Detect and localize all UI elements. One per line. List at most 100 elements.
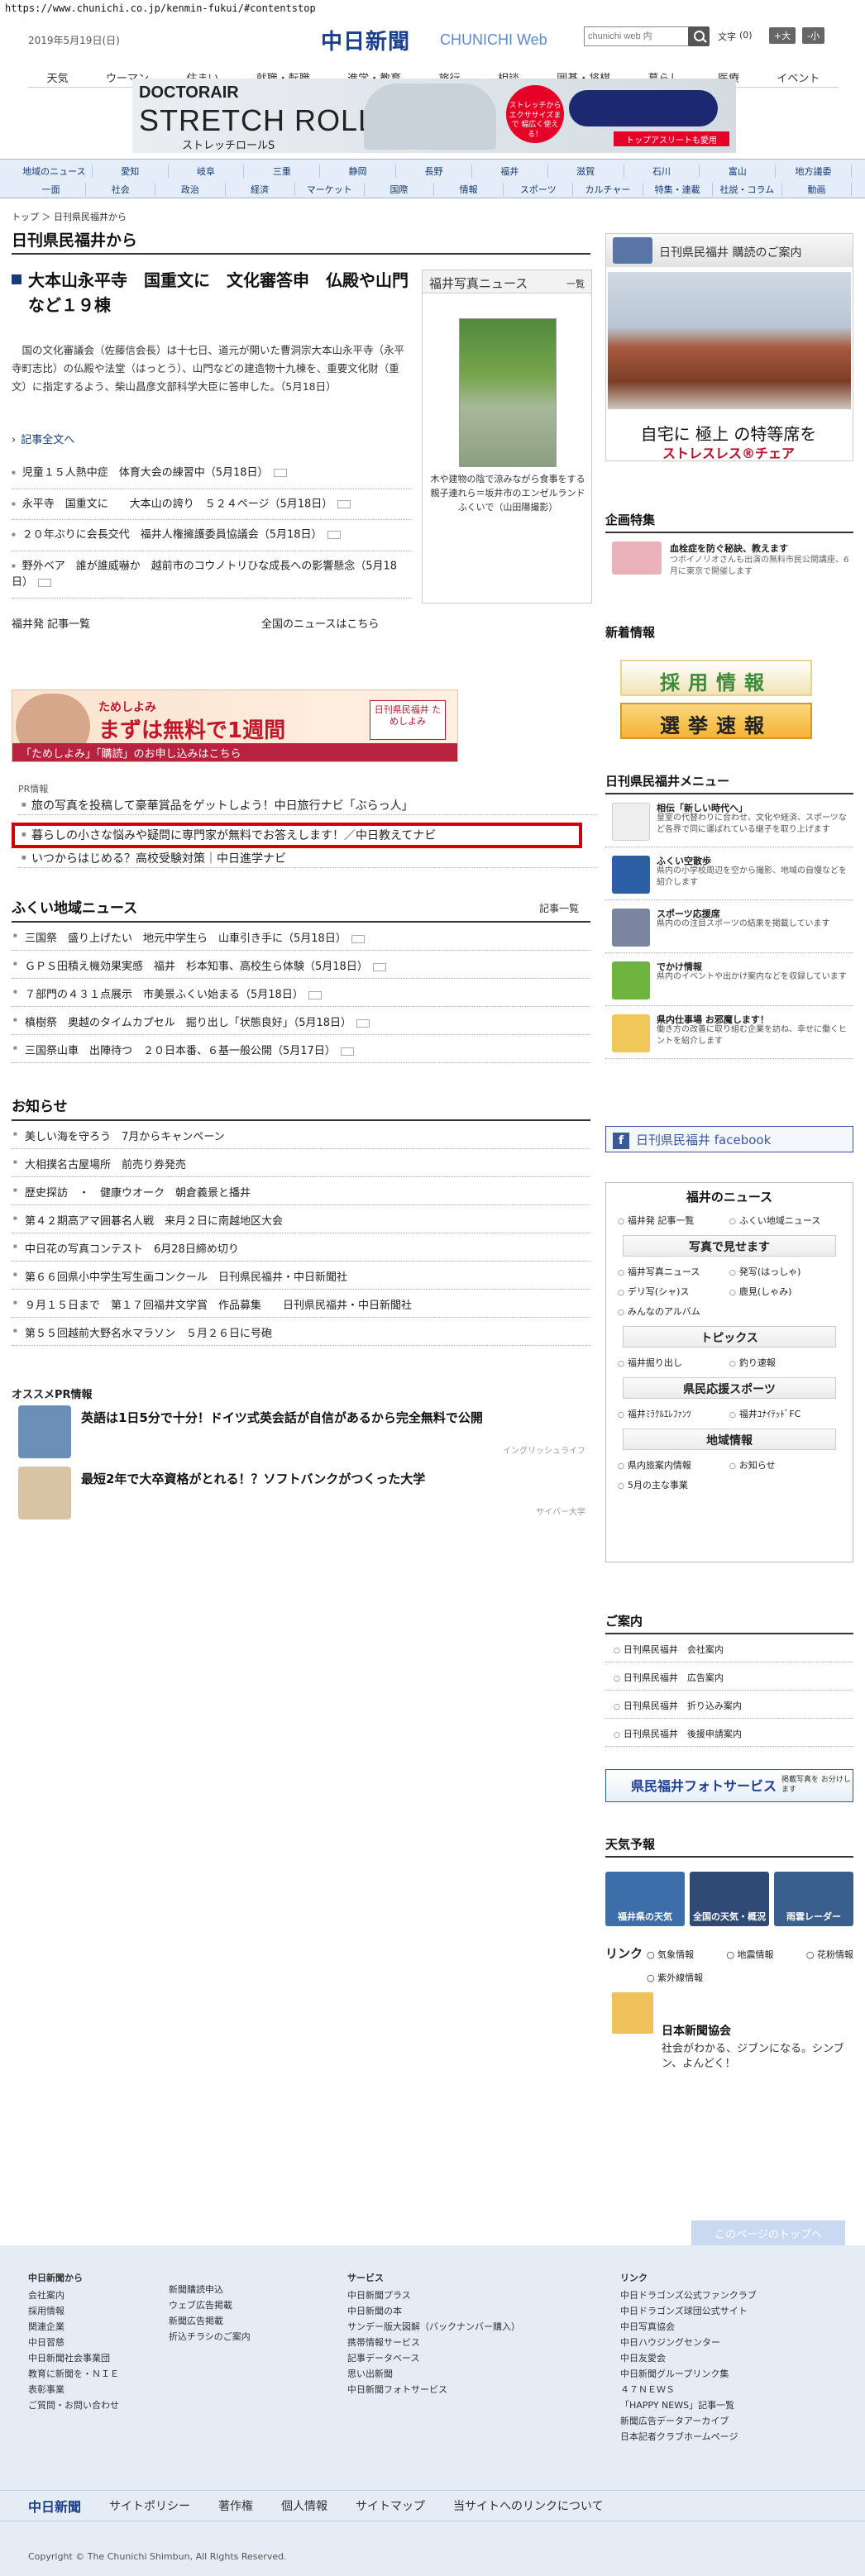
cat-item[interactable]: 静岡 <box>320 165 397 178</box>
stretch-roll-ad[interactable]: DOCTORAIR STRETCH ROLL |S| ストレッチロールS ストレ… <box>132 79 736 153</box>
osusume-title-text[interactable]: 英語は1日5分で十分！ドイツ式英会話が自信があるから完全無料で公開 <box>81 1409 483 1426</box>
cat-item[interactable]: 社説・コラム <box>713 183 782 196</box>
footer-link[interactable]: ４７ＮＥＷＳ <box>620 2382 757 2397</box>
rain-radar-button[interactable]: 雨雲レーダー <box>774 1872 853 1926</box>
notice-item[interactable]: 中日花の写真コンテスト 6月28日締め切り <box>12 1233 590 1262</box>
cat-item[interactable]: 経済 <box>226 183 295 196</box>
footer-bar-link[interactable]: サイトマップ <box>356 2497 425 2514</box>
photo-news-caption[interactable]: 木や建物の陰で涼みながら食事をする親子連れら＝坂井市のエンゼルランドふくいで（山… <box>429 472 586 514</box>
pr-item[interactable]: いつからはじめる？高校受験対策｜中日進学ナビ <box>18 848 597 868</box>
font-large-button[interactable]: +大 <box>769 27 796 44</box>
footer-link[interactable]: 中日新聞の本 <box>347 2303 520 2319</box>
pr-item[interactable]: 旅の写真を投稿して豪華賞品をゲットしよう！中日旅行ナビ「ぶらっ人」 <box>18 795 597 815</box>
osusume-title-text[interactable]: 最短2年で大卒資格がとれる！？ソフトバンクがつくった大学 <box>81 1470 425 1487</box>
cat-item[interactable]: 国際 <box>365 183 435 196</box>
site-logo[interactable]: 中日新聞 <box>321 25 410 55</box>
cat-item[interactable]: 特集・連載 <box>643 183 713 196</box>
footer-link[interactable]: 中日習慈 <box>28 2335 119 2350</box>
guide-link[interactable]: 日刊県民福井 会社案内 <box>605 1634 853 1662</box>
search-icon[interactable] <box>688 26 710 46</box>
cat-item[interactable]: 政治 <box>155 183 226 196</box>
browser-url[interactable]: https://www.chunichi.co.jp/kenmin-fukui/… <box>0 0 865 18</box>
footer-link[interactable]: 折込チラシのご案内 <box>169 2329 251 2345</box>
article-item[interactable]: 永平寺 国重文に 大本山の誇り ５２４ページ（5月18日） <box>12 489 412 520</box>
lead-article-title[interactable]: 大本山永平寺 国重文に 文化審答申 仏殿や山門など１９棟 <box>12 268 409 317</box>
page-top-button[interactable]: このページのトップへ <box>691 2221 845 2245</box>
fn-link[interactable]: お知らせ <box>729 1455 841 1475</box>
font-small-button[interactable]: -小 <box>802 27 824 44</box>
guide-link[interactable]: 日刊県民福井 広告案内 <box>605 1662 853 1691</box>
photo-news-image[interactable] <box>459 318 557 467</box>
nihon-shinbun-title[interactable]: 日本新聞協会 <box>662 2022 731 2039</box>
article-item[interactable]: 野外ベア 誰が誰威嚇か 越前市のコウノトリひな成長への影響懸念（5月18日） <box>12 551 412 599</box>
fn-link[interactable]: 発写(はっしゃ) <box>729 1262 841 1281</box>
menu-item[interactable]: 県内仕事場 お邪魔します！ 働き方の改善に取り組む企業を訪ね、幸せに働くヒントを紹… <box>605 1006 853 1059</box>
link-item[interactable]: ○ 紫外線情報 <box>647 1971 703 1984</box>
election-banner[interactable]: 選挙速報 <box>620 703 812 739</box>
footer-link[interactable]: 日本記者クラブホームページ <box>620 2429 757 2445</box>
footer-link[interactable]: ご質問・お問い合わせ <box>28 2397 119 2413</box>
menu-item[interactable]: ふくい空散歩 県内の小学校周辺を空から撮影、地域の自慢などを紹介します <box>605 847 853 900</box>
link-item[interactable]: ○ 花粉情報 <box>806 1948 853 1961</box>
link-item[interactable]: ○ 地震情報 <box>726 1948 773 1961</box>
notice-item[interactable]: ９月１５日まで 第１７回福井文学賞 作品募集 日刊県民福井・中日新聞社 <box>12 1290 590 1318</box>
cat-item[interactable]: 動画 <box>782 183 853 196</box>
nihon-shinbun-box[interactable]: 日本新聞協会 社会がわかる、ジブンになる。シンブン、よんどく！ <box>605 1992 853 2070</box>
feature-item[interactable]: 血栓症を防ぐ秘訣、教えます つボイノリオさんも出演の無料市民公開講座、6月に東京… <box>605 541 853 576</box>
recruit-banner[interactable]: 採用情報 <box>620 660 812 696</box>
osusume-item[interactable]: 英語は1日5分で十分！ドイツ式英会話が自信があるから完全無料で公開 イングリッシ… <box>18 1405 597 1463</box>
footer-link[interactable]: 教育に新聞を・ＮＩＥ <box>28 2366 119 2382</box>
footer-link[interactable]: 「HAPPY NEWS」記事一覧 <box>620 2397 757 2413</box>
footer-link[interactable]: 会社案内 <box>28 2287 119 2303</box>
footer-link[interactable]: 表彰事業 <box>28 2382 119 2397</box>
fn-link[interactable]: 福井掘り出し <box>618 1352 729 1372</box>
osusume-item[interactable]: 最短2年で大卒資格がとれる！？ソフトバンクがつくった大学 サイバー大学 <box>18 1467 597 1524</box>
ad2-bar[interactable]: 「ためしよみ」「購読」のお申し込みはこちら <box>12 743 457 761</box>
region-news-item[interactable]: 三国祭 盛り上げたい 地元中学生ら 山車引き手に（5月18日） <box>12 923 590 951</box>
guide-link[interactable]: 日刊県民福井 折り込み案内 <box>605 1691 853 1719</box>
footer-bar-link[interactable]: サイトポリシー <box>109 2497 190 2514</box>
fn-link[interactable]: 福井写真ニュース <box>618 1262 729 1281</box>
font-reset-button[interactable]: (0) <box>739 30 753 41</box>
fn-link[interactable]: 福井ﾐﾗｸﾙｴﾚﾌｧﾝﾂ <box>618 1404 729 1424</box>
national-news-link[interactable]: 全国のニュースはこちら <box>261 615 379 631</box>
footer-link[interactable]: 中日写真協会 <box>620 2319 757 2335</box>
notice-item[interactable]: 歴史探訪 ・ 健康ウオーク 朝倉義景と播井 <box>12 1177 590 1205</box>
footer-link[interactable]: 新聞広告掲載 <box>169 2313 251 2329</box>
fn-link[interactable]: 県内旅案内情報 <box>618 1455 729 1475</box>
fn-link[interactable]: 釣り速報 <box>729 1352 841 1372</box>
facebook-link[interactable]: f 日刊県民福井 facebook <box>605 1126 853 1152</box>
notice-item[interactable]: 美しい海を守ろう 7月からキャンペーン <box>12 1121 590 1149</box>
cat-item[interactable]: 地域のニュース <box>17 165 93 178</box>
footer-link[interactable]: 思い出新聞 <box>347 2366 520 2382</box>
menu-item[interactable]: でかけ情報 県内のイベントや出かけ案内などを収録しています <box>605 953 853 1006</box>
lead-more-link[interactable]: 記事全文へ <box>12 431 74 446</box>
weather-fukui-button[interactable]: 福井県の天気 <box>605 1872 685 1926</box>
cat-item[interactable]: 三重 <box>244 165 321 178</box>
fukui-list-link[interactable]: 福井発 記事一覧 <box>12 615 90 631</box>
cat-item[interactable]: 岐阜 <box>169 165 245 178</box>
notice-item[interactable]: 第５５回越前大野名水マラソン ５月２６日に号砲 <box>12 1318 590 1346</box>
menu-item[interactable]: スポーツ応援席 県内のの注目スポーツの結果を掲載しています <box>605 900 853 953</box>
footer-bar-link[interactable]: 個人情報 <box>281 2497 327 2514</box>
footer-link[interactable]: 中日ドラゴンズ公式ファンクラブ <box>620 2287 757 2303</box>
guide-link[interactable]: 日刊県民福井 後援申請案内 <box>605 1719 853 1747</box>
cat-item[interactable]: 長野 <box>396 165 472 178</box>
tameshiyomi-ad[interactable]: ためしよみ まずは無料で1週間 日刊県民福井 ためしよみ 「ためしよみ」「購読」… <box>12 689 458 762</box>
fn-link[interactable]: 福井発 記事一覧 <box>618 1210 729 1230</box>
fn-link[interactable]: デリ写(シャ)ス <box>618 1281 729 1301</box>
footer-link[interactable]: 中日新聞社会事業団 <box>28 2350 119 2366</box>
footer-link[interactable]: サンデー版大図解（バックナンバー購入） <box>347 2319 520 2335</box>
region-news-item[interactable]: 槙樹祭 奥越のタイムカプセル 掘り出し「状態良好」（5月18日） <box>12 1007 590 1035</box>
footer-link[interactable]: ウェブ広告掲載 <box>169 2297 251 2313</box>
photo-service-banner[interactable]: 県民福井フォトサービス 掲載写真を お分けします <box>605 1769 853 1802</box>
fn-link[interactable]: 鹿見(しゃみ) <box>729 1281 841 1301</box>
cat-item[interactable]: カルチャー <box>573 183 643 196</box>
article-item[interactable]: 児童１５人熱中症 体育大会の練習中（5月18日） <box>12 458 412 489</box>
cat-item[interactable]: 地方議委 <box>776 165 852 178</box>
top-nav-item[interactable]: イベント <box>777 69 820 87</box>
region-news-item[interactable]: ７部門の４３１点展示 市美景ふくい始まる（5月18日） <box>12 979 590 1007</box>
footer-link[interactable]: 中日友愛会 <box>620 2350 757 2366</box>
notice-item[interactable]: 第４２期高アマ囲碁名人戦 来月２日に南越地区大会 <box>12 1205 590 1233</box>
subscribe-box[interactable]: 日刊県民福井 購読のご案内 自宅に 極上 の特等席を ストレスレス®チェア <box>605 233 853 461</box>
